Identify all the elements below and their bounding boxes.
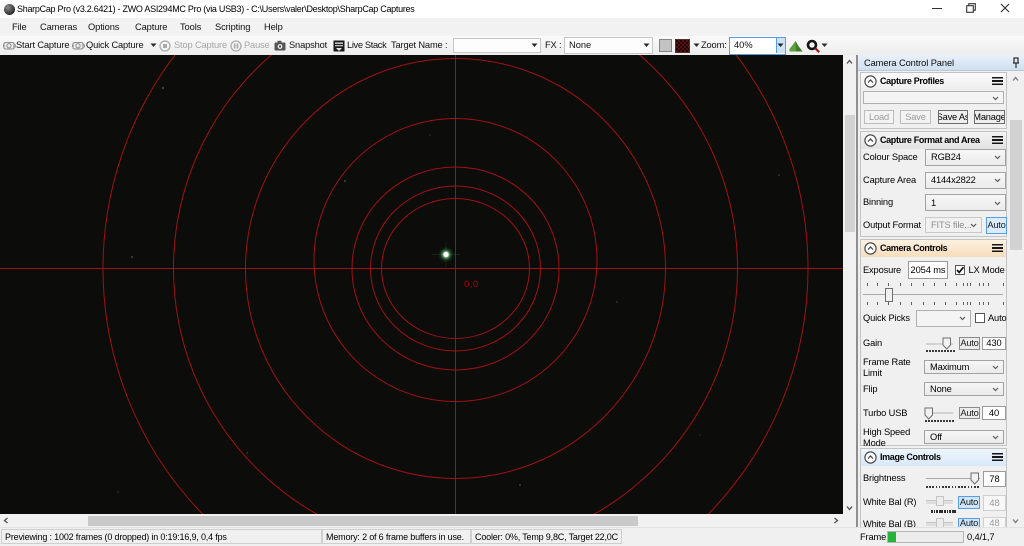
svg-text:0,0: 0,0 [464, 279, 479, 290]
